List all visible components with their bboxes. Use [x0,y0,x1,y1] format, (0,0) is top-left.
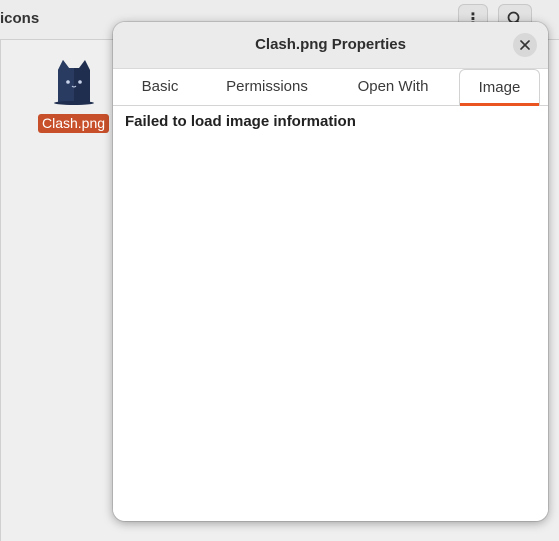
tab-image[interactable]: Image [459,69,540,106]
dialog-title: Clash.png Properties [255,36,406,53]
tab-permissions[interactable]: Permissions [207,69,327,105]
file-item-clash[interactable]: Clash.png [36,56,112,136]
clash-cat-icon [54,60,94,105]
close-button[interactable] [513,33,537,57]
tab-basic[interactable]: Basic [113,69,207,105]
tab-open-with[interactable]: Open With [341,69,445,105]
error-message: Failed to load image information [125,113,356,130]
properties-dialog: Clash.png Properties Basic Permissions O… [113,22,548,521]
dialog-titlebar: Clash.png Properties [113,22,548,69]
image-tab-content: Failed to load image information [113,106,548,521]
sidebar-divider [0,40,1,541]
file-name-label: Clash.png [38,114,110,133]
tab-bar: Basic Permissions Open With Image [113,69,548,106]
close-icon [520,40,530,50]
view-title: icons [0,10,40,27]
